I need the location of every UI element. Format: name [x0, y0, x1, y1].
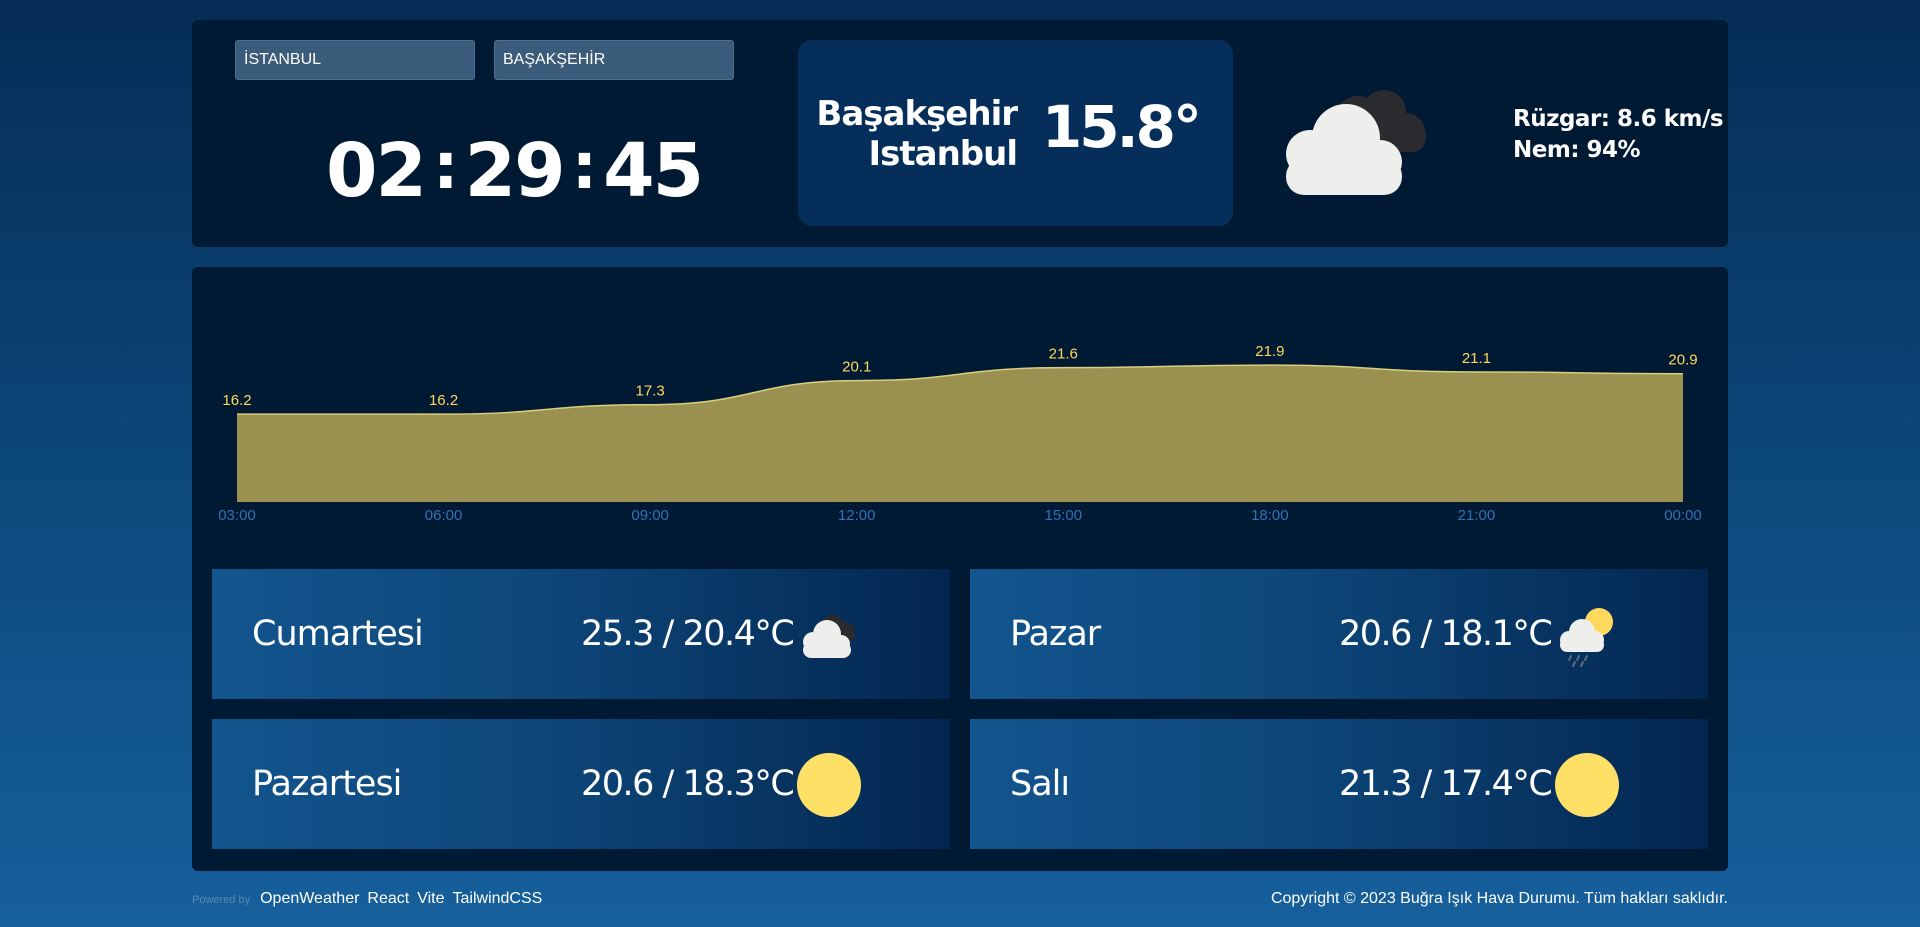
x-tick-label: 12:00	[838, 507, 876, 524]
clock-separator: :	[432, 130, 459, 204]
forecast-temp: 20.6 / 18.3°C	[581, 764, 795, 804]
x-tick-label: 15:00	[1045, 507, 1083, 524]
data-label: 20.9	[1668, 352, 1697, 369]
city-name: Istanbul	[868, 134, 1018, 174]
x-tick-label: 06:00	[425, 507, 463, 524]
humidity: Nem: 94%	[1513, 137, 1641, 163]
district-name: Başakşehir	[816, 94, 1018, 134]
x-tick-label: 09:00	[631, 507, 669, 524]
openweather-link[interactable]: OpenWeather	[260, 890, 359, 908]
forecast-card: Pazar 20.6 / 18.1°C	[970, 569, 1708, 699]
temperature-area	[237, 365, 1683, 502]
forecast-panel: 16.2 03:00 16.2 06:00 17.3 09:00 20.1 12:00 21.6…	[192, 267, 1728, 871]
forecast-card: Pazartesi 20.6 / 18.3°C	[212, 719, 950, 849]
x-tick-label: 00:00	[1664, 507, 1702, 524]
current-weather-panel: İSTANBUL BAŞAKŞEHİR 02 : 29 : 45 Başakşe…	[192, 20, 1728, 247]
forecast-card: Cumartesi 25.3 / 20.4°C	[212, 569, 950, 699]
x-tick-label: 03:00	[218, 507, 256, 524]
clock-minutes: 29	[464, 128, 566, 214]
forecast-temp: 25.3 / 20.4°C	[581, 614, 795, 654]
x-tick-label: 18:00	[1251, 507, 1289, 524]
powered-by-label: Powered by	[192, 894, 251, 906]
copyright-text: Copyright © 2023 Buğra Işık Hava Durumu.…	[1270, 890, 1728, 907]
digital-clock: 02 : 29 : 45	[326, 134, 746, 208]
clock-seconds: 45	[603, 128, 704, 214]
vite-link[interactable]: Vite	[417, 890, 444, 908]
forecast-temp: 20.6 / 18.1°C	[1339, 614, 1553, 654]
data-label: 20.1	[842, 359, 871, 376]
react-link[interactable]: React	[367, 890, 409, 908]
data-label: 21.6	[1049, 346, 1078, 363]
clock-separator: :	[571, 130, 598, 204]
forecast-day: Salı	[1010, 764, 1070, 804]
tailwindcss-link[interactable]: TailwindCSS	[453, 890, 543, 908]
clock-hours: 02	[326, 128, 427, 214]
x-tick-label: 21:00	[1458, 507, 1496, 524]
data-label: 17.3	[636, 383, 665, 400]
hourly-temperature-chart: 16.2 03:00 16.2 06:00 17.3 09:00 20.1 12:00 21.6…	[218, 343, 1702, 524]
location-name: Başakşehir Istanbul	[816, 94, 1018, 174]
footer-credits: Powered by OpenWeather React Vite Tailwi…	[192, 890, 542, 908]
cloudy-icon	[1286, 90, 1426, 195]
data-label: 16.2	[429, 392, 458, 409]
wind-humidity-info: Rüzgar: 8.6 km/s Nem: 94%	[1513, 104, 1724, 166]
sun-icon	[1555, 753, 1619, 817]
rain-sun-icon	[1560, 608, 1613, 667]
wind-speed: Rüzgar: 8.6 km/s	[1513, 106, 1724, 132]
current-temperature-card: Başakşehir Istanbul 15.8°	[798, 40, 1233, 226]
city-select[interactable]: İSTANBUL	[235, 40, 475, 80]
district-select[interactable]: BAŞAKŞEHİR	[494, 40, 734, 80]
data-label: 21.1	[1462, 350, 1491, 367]
forecast-day: Cumartesi	[252, 614, 424, 654]
forecast-day: Pazar	[1010, 614, 1101, 654]
cloudy-icon	[803, 615, 855, 658]
forecast-day: Pazartesi	[252, 764, 402, 804]
data-label: 21.9	[1255, 343, 1284, 360]
forecast-card: Salı 21.3 / 17.4°C	[970, 719, 1708, 849]
current-temperature: 15.8°	[1041, 93, 1202, 161]
data-label: 16.2	[222, 392, 251, 409]
sun-icon	[797, 753, 861, 817]
forecast-temp: 21.3 / 17.4°C	[1339, 764, 1553, 804]
